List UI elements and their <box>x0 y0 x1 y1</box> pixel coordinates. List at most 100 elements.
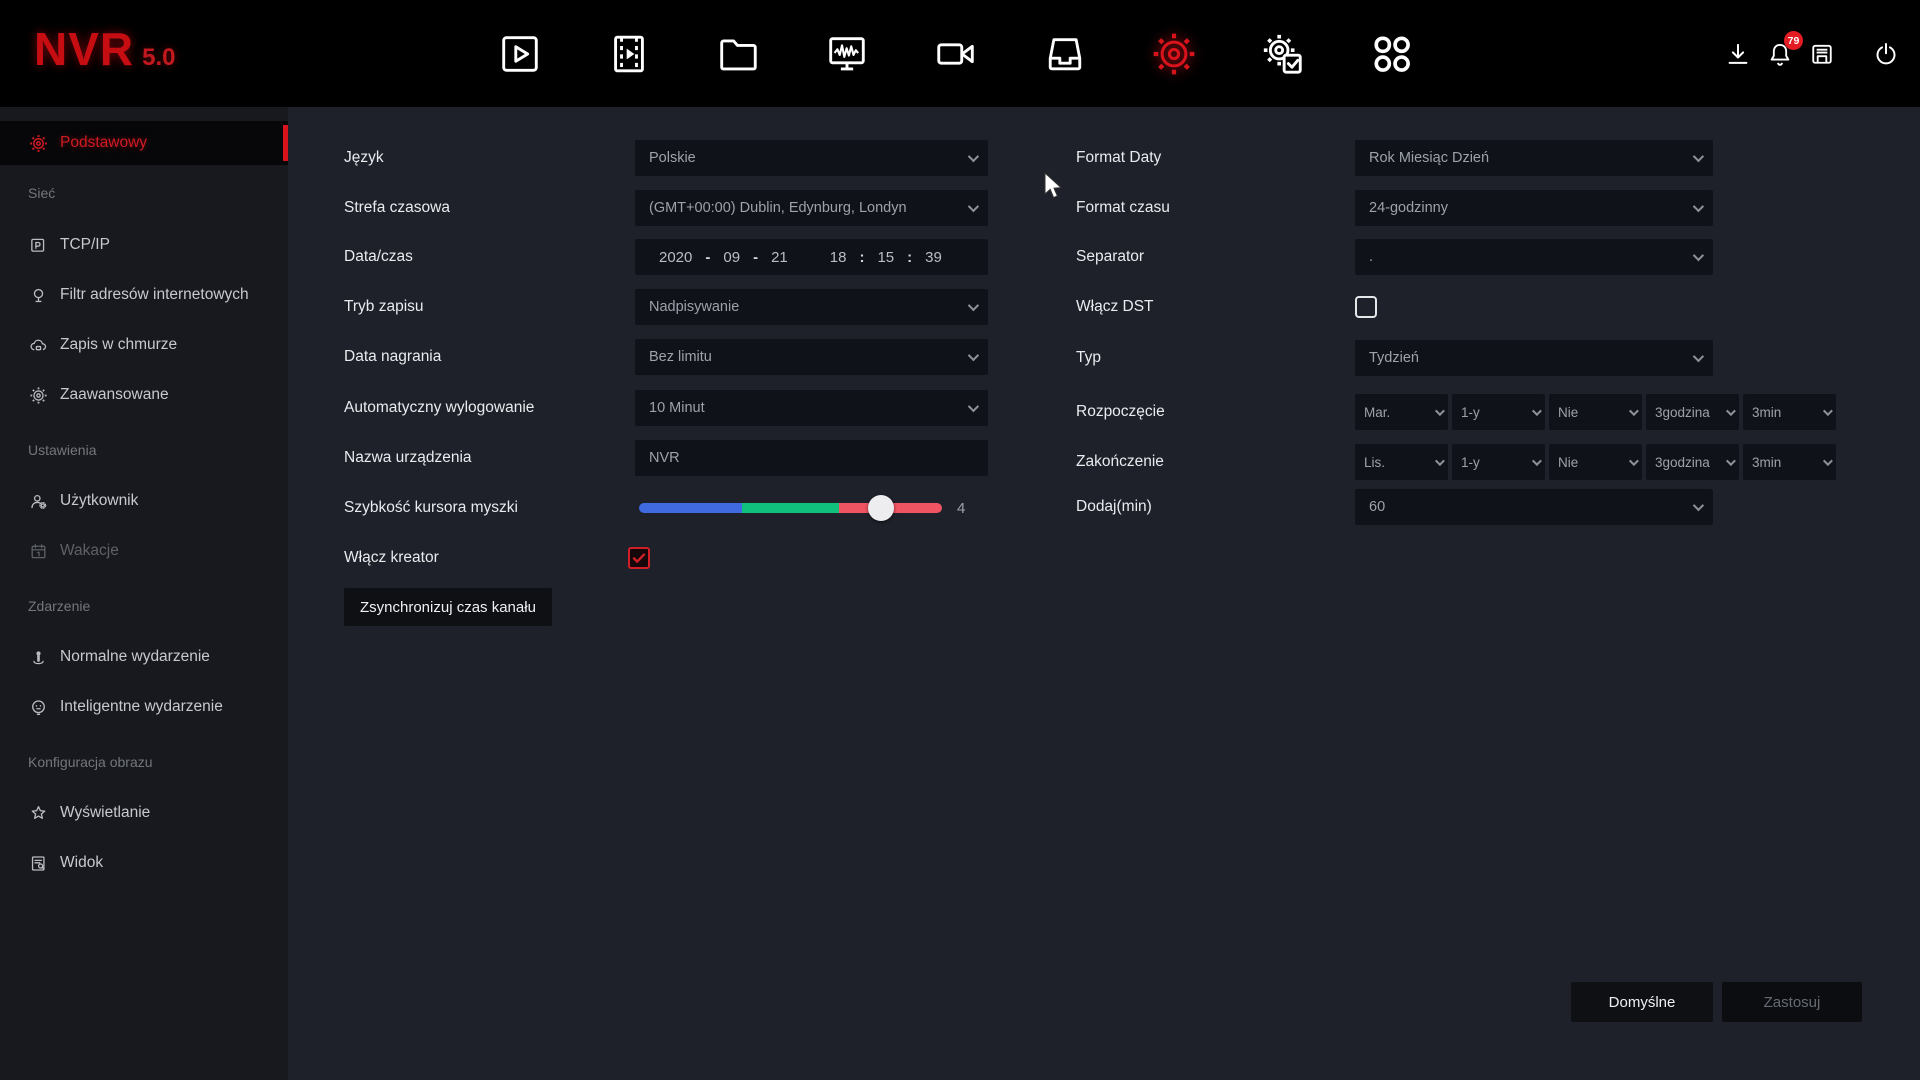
dst-start-minute-select[interactable]: 3min <box>1743 394 1836 430</box>
hour-field[interactable]: 18 <box>830 249 847 266</box>
backup-device-icon[interactable] <box>1808 40 1836 68</box>
enable-dst-label: Włącz DST <box>1076 289 1154 325</box>
section-siec: Sieć <box>28 185 55 201</box>
chevron-down-icon <box>1823 406 1833 416</box>
default-button[interactable]: Domyślne <box>1571 982 1713 1022</box>
section-konfiguracja-obrazu: Konfiguracja obrazu <box>28 754 153 770</box>
dst-end-week-select[interactable]: 1-y <box>1452 444 1545 480</box>
sidebar-item-normalne-wydarzenie[interactable]: Normalne wydarzenie <box>0 637 288 677</box>
gear-icon <box>28 133 49 154</box>
sidebar-item-inteligentne-wydarzenie[interactable]: Inteligentne wydarzenie <box>0 687 288 727</box>
chevron-down-icon <box>968 350 979 361</box>
maintenance-icon[interactable] <box>1260 31 1306 77</box>
star-icon <box>28 803 49 824</box>
power-icon[interactable] <box>1872 40 1900 68</box>
minute-field[interactable]: 15 <box>877 249 894 266</box>
sidebar-item-zapis-w-chmurze[interactable]: Zapis w chmurze <box>0 325 288 365</box>
separator-value: . <box>1369 249 1373 265</box>
chevron-down-icon <box>1693 201 1704 212</box>
mouse-speed-knob[interactable] <box>868 495 894 521</box>
dst-start-day-value: Nie <box>1558 405 1578 420</box>
add-min-label: Dodaj(min) <box>1076 489 1152 525</box>
person-event-icon <box>28 647 49 668</box>
month-field[interactable]: 09 <box>723 249 740 266</box>
section-zdarzenie: Zdarzenie <box>28 598 90 614</box>
enable-dst-checkbox[interactable] <box>1355 296 1377 318</box>
sidebar-item-label: Wyświetlanie <box>60 804 150 822</box>
chevron-down-icon <box>1693 250 1704 261</box>
language-select[interactable]: Polskie <box>635 140 988 176</box>
chevron-down-icon <box>968 401 979 412</box>
dst-end-day-select[interactable]: Nie <box>1549 444 1642 480</box>
notification-bell-icon[interactable]: 79 <box>1766 40 1794 68</box>
sidebar-item-wakacje[interactable]: Wakacje <box>0 531 288 571</box>
device-name-input[interactable]: NVR <box>635 440 988 476</box>
date-format-select[interactable]: Rok Miesiąc Dzień <box>1355 140 1713 176</box>
sidebar-item-label: Podstawowy <box>60 134 147 152</box>
sidebar-item-label: Inteligentne wydarzenie <box>60 698 223 716</box>
timezone-select[interactable]: (GMT+00:00) Dublin, Edynburg, Londyn <box>635 190 988 226</box>
chevron-down-icon <box>1435 406 1445 416</box>
sync-channel-time-button[interactable]: Zsynchronizuj czas kanału <box>344 588 552 626</box>
storage-icon[interactable] <box>1042 31 1088 77</box>
sidebar-item-filtr-adresow[interactable]: Filtr adresów internetowych <box>0 275 288 315</box>
dst-end-minute-select[interactable]: 3min <box>1743 444 1836 480</box>
add-min-select[interactable]: 60 <box>1355 489 1713 525</box>
enable-wizard-checkbox[interactable] <box>628 547 650 569</box>
time-format-label: Format czasu <box>1076 190 1170 226</box>
channel-monitor-icon[interactable] <box>824 31 870 77</box>
brand-version: 5.0 <box>142 44 175 72</box>
apps-grid-icon[interactable] <box>1369 31 1415 77</box>
mouse-speed-slider[interactable] <box>639 503 942 513</box>
slider-segment-green <box>742 503 839 513</box>
day-field[interactable]: 21 <box>771 249 788 266</box>
auto-logout-select[interactable]: 10 Minut <box>635 390 988 426</box>
language-label: Język <box>344 140 384 176</box>
chevron-down-icon <box>1726 456 1736 466</box>
sidebar-item-label: Normalne wydarzenie <box>60 648 210 666</box>
record-mode-label: Tryb zapisu <box>344 289 424 325</box>
record-days-select[interactable]: Bez limitu <box>635 339 988 375</box>
chevron-down-icon <box>1726 406 1736 416</box>
sidebar-item-widok[interactable]: Widok <box>0 843 288 883</box>
dst-start-day-select[interactable]: Nie <box>1549 394 1642 430</box>
chevron-down-icon <box>1435 456 1445 466</box>
chevron-down-icon <box>968 151 979 162</box>
add-min-value: 60 <box>1369 499 1385 515</box>
dst-start-week-select[interactable]: 1-y <box>1452 394 1545 430</box>
sidebar-item-label: Filtr adresów internetowych <box>60 286 249 304</box>
brand-text: NVR <box>34 22 134 76</box>
sidebar-item-tcpip[interactable]: TCP/IP <box>0 225 288 265</box>
chevron-down-icon <box>1629 406 1639 416</box>
year-field[interactable]: 2020 <box>659 249 692 266</box>
calendar-icon <box>28 541 49 562</box>
dst-end-day-value: Nie <box>1558 455 1578 470</box>
sidebar-item-label: Użytkownik <box>60 492 138 510</box>
sidebar-item-podstawowy[interactable]: Podstawowy <box>0 121 288 165</box>
record-mode-select[interactable]: Nadpisywanie <box>635 289 988 325</box>
dst-type-select[interactable]: Tydzień <box>1355 340 1713 376</box>
auto-logout-value: 10 Minut <box>649 400 705 416</box>
dst-start-month-select[interactable]: Mar. <box>1355 394 1448 430</box>
dst-start-hour-select[interactable]: 3godzina <box>1646 394 1739 430</box>
sidebar-item-uzytkownik[interactable]: Użytkownik <box>0 481 288 521</box>
camera-icon[interactable] <box>933 31 979 77</box>
chevron-down-icon <box>1693 151 1704 162</box>
dst-end-month-select[interactable]: Lis. <box>1355 444 1448 480</box>
advanced-gear-icon <box>28 385 49 406</box>
separator-select[interactable]: . <box>1355 239 1713 275</box>
file-management-icon[interactable] <box>715 31 761 77</box>
settings-gear-icon[interactable] <box>1151 31 1197 77</box>
sidebar-item-zaawansowane[interactable]: Zaawansowane <box>0 375 288 415</box>
download-icon[interactable] <box>1724 40 1752 68</box>
datetime-field[interactable]: 2020 - 09 - 21 18 : 15 : 39 <box>635 239 988 275</box>
time-format-select[interactable]: 24-godzinny <box>1355 190 1713 226</box>
sidebar-item-wyswietlanie[interactable]: Wyświetlanie <box>0 793 288 833</box>
timezone-label: Strefa czasowa <box>344 190 450 226</box>
apply-button[interactable]: Zastosuj <box>1722 982 1862 1022</box>
time-format-value: 24-godzinny <box>1369 200 1448 216</box>
playback-icon[interactable] <box>606 31 652 77</box>
second-field[interactable]: 39 <box>925 249 942 266</box>
live-view-icon[interactable] <box>497 31 543 77</box>
dst-end-hour-select[interactable]: 3godzina <box>1646 444 1739 480</box>
